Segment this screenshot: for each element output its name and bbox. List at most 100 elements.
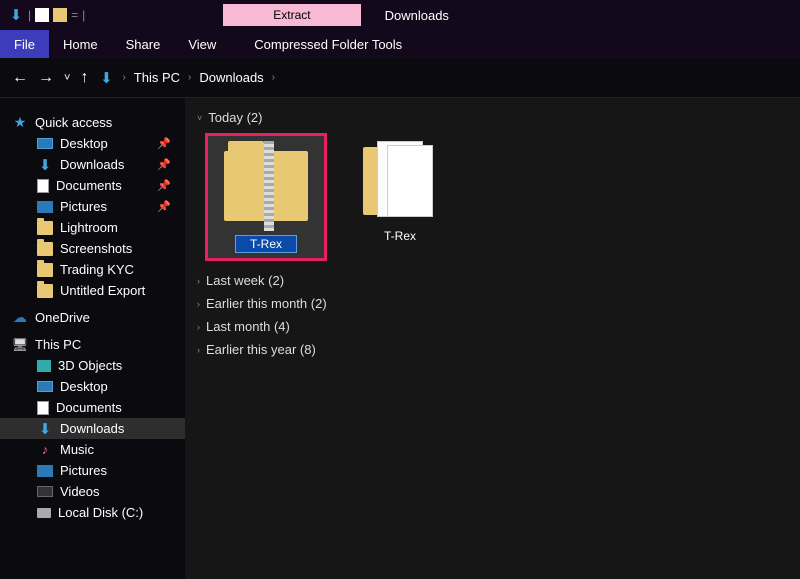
- separator: |: [82, 8, 85, 22]
- tree-label: Downloads: [60, 157, 124, 172]
- chevron-right-icon[interactable]: ›: [122, 72, 125, 83]
- folder-icon: [37, 284, 53, 298]
- folder-icon: [37, 221, 53, 235]
- pictures-icon: [37, 465, 53, 477]
- sidebar-item-desktop[interactable]: Desktop📌: [0, 133, 185, 154]
- contextual-tab-extract[interactable]: Extract: [223, 4, 360, 26]
- download-icon: ⬇: [37, 158, 53, 172]
- onedrive-root[interactable]: ☁ OneDrive: [0, 307, 185, 328]
- tree-label: Untitled Export: [60, 283, 145, 298]
- tree-label: 3D Objects: [58, 358, 122, 373]
- cloud-icon: ☁: [12, 311, 28, 325]
- download-icon: ⬇: [37, 422, 53, 436]
- view-tab[interactable]: View: [174, 30, 230, 58]
- videos-icon: [37, 486, 53, 497]
- document-icon: [37, 401, 49, 415]
- properties-icon[interactable]: [35, 8, 49, 22]
- 3d-objects-icon: [37, 360, 51, 372]
- file-item-zip-trex[interactable]: T-Rex: [207, 135, 325, 259]
- new-folder-icon[interactable]: [53, 8, 67, 22]
- group-header-today[interactable]: ˅ Today (2): [197, 106, 788, 129]
- disk-icon: [37, 508, 51, 518]
- folder-icon: [37, 263, 53, 277]
- sidebar-item-screenshots[interactable]: Screenshots: [0, 238, 185, 259]
- tree-label: Downloads: [60, 421, 124, 436]
- forward-button[interactable]: →: [38, 69, 54, 87]
- tree-label: Desktop: [60, 136, 108, 151]
- group-header-earlier-this-year[interactable]: › Earlier this year (8): [197, 338, 788, 361]
- tree-label: Trading KYC: [60, 262, 134, 277]
- sidebar-item-lightroom[interactable]: Lightroom: [0, 217, 185, 238]
- music-icon: ♪: [37, 443, 53, 457]
- chevron-right-icon: ›: [197, 276, 200, 286]
- navigation-pane[interactable]: ★ Quick access Desktop📌 ⬇Downloads📌 Docu…: [0, 98, 185, 579]
- back-button[interactable]: ←: [12, 69, 28, 87]
- pin-icon: 📌: [157, 158, 179, 171]
- sidebar-item-documents[interactable]: Documents 📌: [0, 175, 185, 196]
- pin-icon: 📌: [157, 179, 179, 192]
- pc-icon: 🖥: [12, 338, 28, 352]
- separator: =: [71, 8, 78, 22]
- tree-label: Desktop: [60, 379, 108, 394]
- tree-label: Pictures: [60, 199, 107, 214]
- download-icon: ⬇: [98, 71, 114, 85]
- sidebar-item-pc-downloads[interactable]: ⬇ Downloads: [0, 418, 185, 439]
- desktop-icon: [37, 381, 53, 392]
- group-label: Earlier this month (2): [206, 296, 327, 311]
- up-button[interactable]: ↑: [80, 69, 88, 87]
- navigation-bar: ← → ˅ ↑ ⬇ › This PC › Downloads ›: [0, 58, 800, 98]
- tree-label: OneDrive: [35, 310, 90, 325]
- breadcrumb-segment-downloads[interactable]: Downloads: [199, 70, 263, 85]
- breadcrumb[interactable]: ⬇ › This PC › Downloads ›: [98, 70, 275, 85]
- sidebar-item-pictures[interactable]: Pictures 📌: [0, 196, 185, 217]
- content-pane[interactable]: ˅ Today (2) T-Rex T-Rex › Last week (2) …: [185, 98, 800, 579]
- tree-label: Music: [60, 442, 94, 457]
- file-name-editing[interactable]: T-Rex: [235, 235, 297, 253]
- chevron-down-icon: ˅: [197, 113, 202, 123]
- pictures-icon: [37, 201, 53, 213]
- sidebar-item-trading-kyc[interactable]: Trading KYC: [0, 259, 185, 280]
- share-tab[interactable]: Share: [112, 30, 175, 58]
- group-header-last-week[interactable]: › Last week (2): [197, 269, 788, 292]
- home-tab[interactable]: Home: [49, 30, 112, 58]
- group-label: Last week (2): [206, 273, 284, 288]
- tree-label: Quick access: [35, 115, 112, 130]
- chevron-right-icon[interactable]: ›: [272, 72, 275, 83]
- recent-locations-button[interactable]: ˅: [64, 72, 70, 84]
- star-icon: ★: [12, 116, 28, 130]
- tree-label: Pictures: [60, 463, 107, 478]
- group-header-earlier-this-month[interactable]: › Earlier this month (2): [197, 292, 788, 315]
- tree-label: Lightroom: [60, 220, 118, 235]
- zip-folder-icon: [221, 141, 311, 231]
- titlebar: ⬇ | = | Extract Downloads: [0, 0, 800, 30]
- pin-icon: 📌: [157, 200, 179, 213]
- group-header-last-month[interactable]: › Last month (4): [197, 315, 788, 338]
- quick-access-root[interactable]: ★ Quick access: [0, 112, 185, 133]
- sidebar-item-3d-objects[interactable]: 3D Objects: [0, 355, 185, 376]
- breadcrumb-segment-this-pc[interactable]: This PC: [134, 70, 180, 85]
- chevron-right-icon[interactable]: ›: [188, 72, 191, 83]
- sidebar-item-untitled-export[interactable]: Untitled Export: [0, 280, 185, 301]
- sidebar-item-music[interactable]: ♪ Music: [0, 439, 185, 460]
- chevron-right-icon: ›: [197, 345, 200, 355]
- tree-label: Documents: [56, 178, 122, 193]
- desktop-icon: [37, 138, 53, 149]
- this-pc-root[interactable]: 🖥 This PC: [0, 334, 185, 355]
- file-menu[interactable]: File: [0, 30, 49, 58]
- document-icon: [37, 179, 49, 193]
- sidebar-item-pc-desktop[interactable]: Desktop: [0, 376, 185, 397]
- file-item-folder-trex[interactable]: T-Rex: [341, 135, 459, 259]
- group-label: Earlier this year (8): [206, 342, 316, 357]
- items-row: T-Rex T-Rex: [197, 129, 788, 269]
- sidebar-item-pc-pictures[interactable]: Pictures: [0, 460, 185, 481]
- sidebar-item-videos[interactable]: Videos: [0, 481, 185, 502]
- group-label: Last month (4): [206, 319, 290, 334]
- ribbon-tabs: File Home Share View Compressed Folder T…: [0, 30, 800, 58]
- tree-label: Documents: [56, 400, 122, 415]
- sidebar-item-pc-documents[interactable]: Documents: [0, 397, 185, 418]
- sidebar-item-downloads[interactable]: ⬇ Downloads 📌: [0, 154, 185, 175]
- compressed-folder-tools-tab[interactable]: Compressed Folder Tools: [240, 30, 416, 58]
- tree-label: Screenshots: [60, 241, 132, 256]
- sidebar-item-local-disk-c[interactable]: Local Disk (C:): [0, 502, 185, 523]
- tree-label: Videos: [60, 484, 100, 499]
